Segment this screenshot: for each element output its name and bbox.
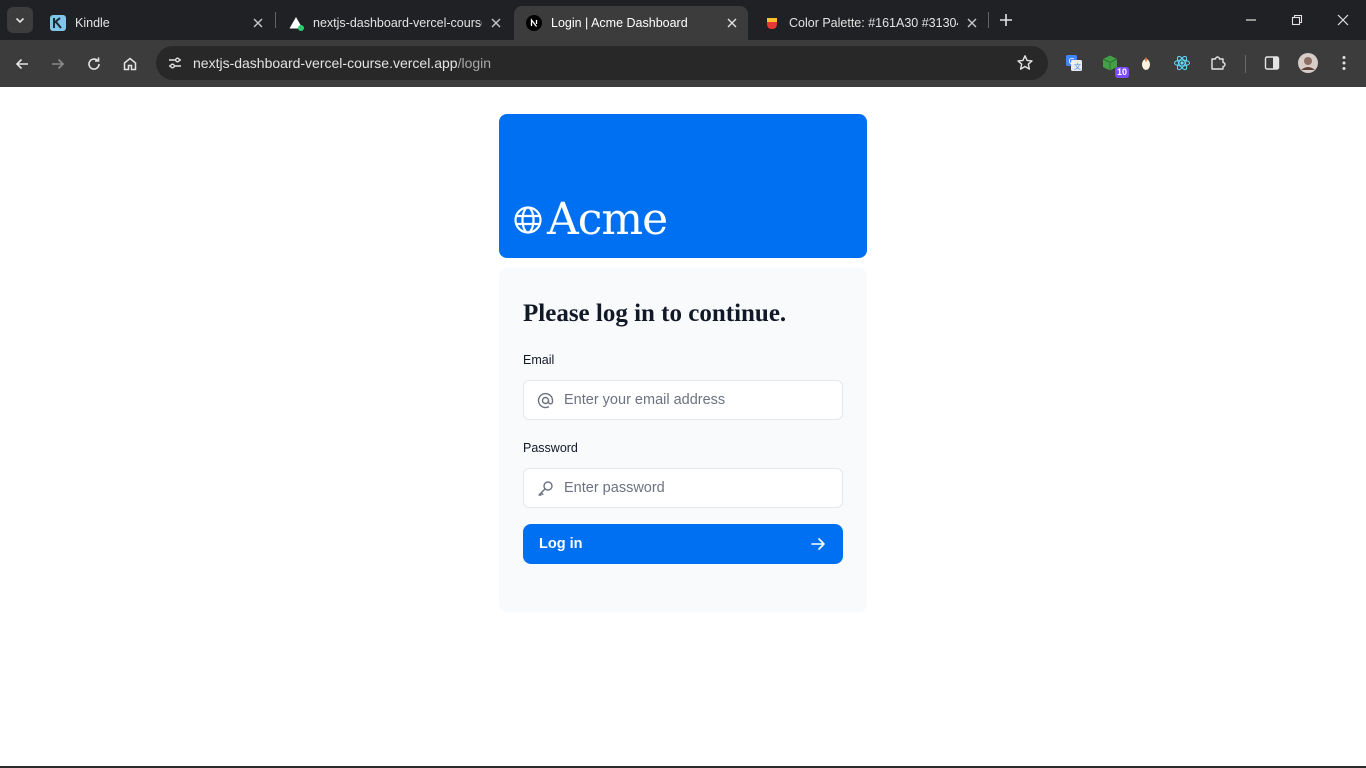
- tab-search-button[interactable]: [7, 7, 33, 33]
- tab-login-acme-dashboard[interactable]: Login | Acme Dashboard: [514, 6, 748, 40]
- profile-avatar[interactable]: [1297, 52, 1319, 74]
- close-icon[interactable]: [964, 15, 980, 31]
- bookmark-star-icon[interactable]: [1016, 54, 1034, 72]
- login-page: Acme Please log in to continue. Email Pa…: [0, 87, 1366, 768]
- browser-toolbar: nextjs-dashboard-vercel-course.vercel.ap…: [0, 40, 1366, 87]
- login-heading: Please log in to continue.: [523, 300, 787, 327]
- arrow-right-icon: [811, 538, 825, 550]
- puzzle-extensions-icon[interactable]: [1207, 52, 1229, 74]
- tab-title: Color Palette: #161A30 #31304D: [789, 16, 958, 30]
- home-icon: [123, 57, 137, 71]
- new-tab-button[interactable]: [996, 10, 1016, 30]
- tab-kindle[interactable]: Kindle: [38, 6, 274, 40]
- url-text: nextjs-dashboard-vercel-course.vercel.ap…: [193, 55, 491, 71]
- kindle-icon: [50, 15, 66, 31]
- svg-text:文: 文: [1074, 62, 1081, 71]
- tab-color-palette[interactable]: Color Palette: #161A30 #31304D: [752, 6, 988, 40]
- brand-name: Acme: [547, 194, 668, 245]
- login-button-label: Log in: [539, 536, 583, 552]
- close-icon[interactable]: [250, 15, 266, 31]
- chevron-down-icon: [15, 17, 25, 24]
- toolbar-divider: [1245, 55, 1246, 73]
- tab-title: nextjs-dashboard-vercel-course: [313, 16, 482, 30]
- globe-icon: [514, 206, 542, 234]
- reload-icon: [88, 57, 100, 70]
- browser-menu-icon[interactable]: [1333, 52, 1355, 74]
- home-button[interactable]: [116, 50, 144, 78]
- side-panel-icon[interactable]: [1261, 52, 1283, 74]
- vercel-icon: [288, 15, 304, 31]
- close-window-button[interactable]: [1331, 8, 1355, 32]
- react-devtools-icon[interactable]: [1171, 52, 1193, 74]
- password-label: Password: [523, 441, 578, 455]
- back-button[interactable]: [8, 50, 36, 78]
- tab-title: Kindle: [75, 16, 110, 30]
- tab-title: Login | Acme Dashboard: [551, 16, 688, 30]
- tab-divider: [988, 12, 989, 28]
- acme-logo: Acme: [513, 194, 668, 245]
- address-bar[interactable]: nextjs-dashboard-vercel-course.vercel.ap…: [156, 46, 1048, 80]
- color-palette-icon: [764, 15, 780, 31]
- minimize-icon: [1246, 19, 1256, 21]
- site-settings-icon[interactable]: [164, 52, 186, 74]
- key-icon: [536, 479, 554, 497]
- reload-button[interactable]: [80, 50, 108, 78]
- cube-extension-icon[interactable]: 10: [1099, 52, 1129, 78]
- forward-button[interactable]: [44, 50, 72, 78]
- close-icon[interactable]: [488, 15, 504, 31]
- tab-nextjs-dashboard[interactable]: nextjs-dashboard-vercel-course: [276, 6, 512, 40]
- url-host: nextjs-dashboard-vercel-course.vercel.ap…: [193, 55, 458, 71]
- login-form: Please log in to continue. Email Passwor…: [499, 268, 867, 612]
- restore-icon: [1291, 14, 1303, 26]
- url-path: /login: [457, 55, 492, 71]
- candle-extension-icon[interactable]: [1135, 52, 1157, 74]
- minimize-button[interactable]: [1239, 8, 1263, 32]
- arrow-right-icon: [52, 58, 65, 70]
- close-icon[interactable]: [724, 15, 740, 31]
- google-translate-icon[interactable]: G文: [1063, 52, 1085, 74]
- tab-strip: Kindle nextjs-dashboard-vercel-course Lo…: [0, 0, 1366, 40]
- email-field[interactable]: [523, 380, 843, 420]
- close-icon: [1337, 14, 1349, 26]
- restore-button[interactable]: [1285, 8, 1309, 32]
- password-field[interactable]: [523, 468, 843, 508]
- password-input[interactable]: [564, 480, 814, 496]
- email-label: Email: [523, 353, 555, 367]
- extension-badge: 10: [1114, 67, 1129, 78]
- login-button[interactable]: Log in: [523, 524, 843, 564]
- nextjs-icon: [526, 15, 542, 31]
- brand-banner: Acme: [499, 114, 867, 258]
- email-input[interactable]: [564, 392, 814, 408]
- plus-icon: [1000, 14, 1012, 26]
- arrow-left-icon: [15, 58, 28, 70]
- at-sign-icon: [536, 391, 554, 409]
